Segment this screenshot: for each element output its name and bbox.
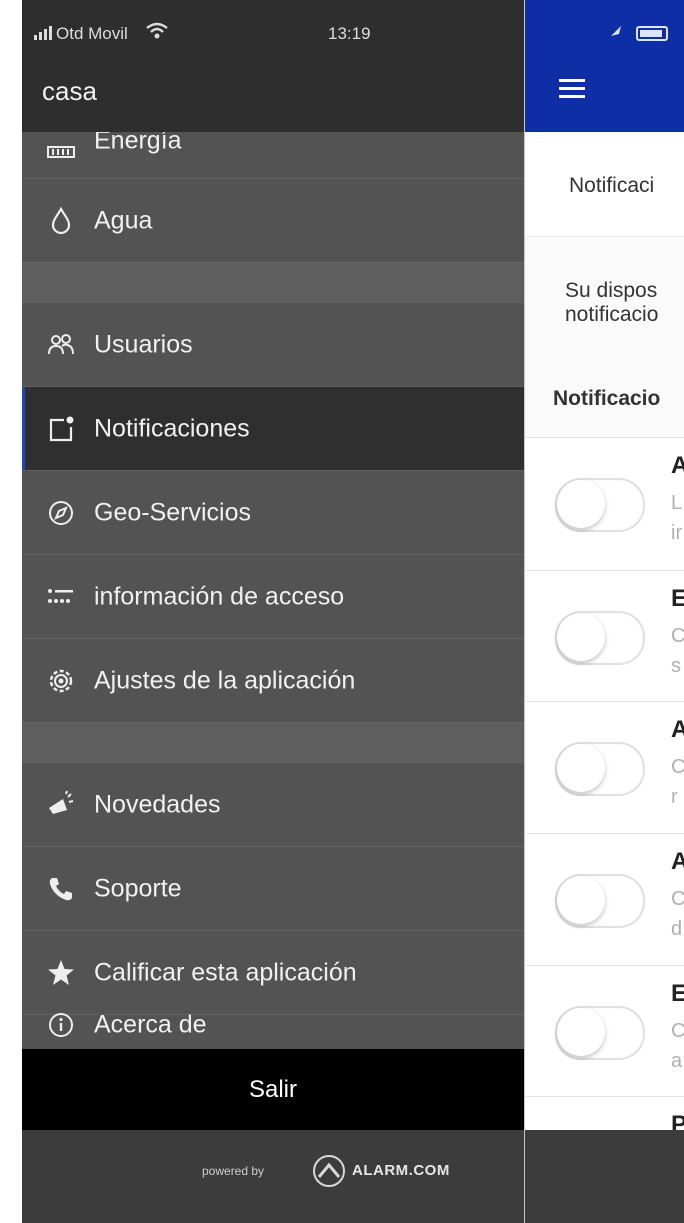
section-header: Notificacio	[525, 347, 684, 437]
menu-item-label: Geo-Servicios	[94, 498, 251, 526]
status-icons-right	[609, 24, 679, 47]
menu-item-informacion-de-acceso[interactable]: información de acceso	[22, 554, 524, 638]
notification-title: E	[671, 980, 684, 1008]
notification-title: A	[671, 716, 684, 744]
notification-desc-1: C	[671, 1020, 684, 1043]
navigation-drawer: Otd Movil 13:19 casa Energía casa Agua U…	[22, 0, 524, 1223]
menu-item-label: Acerca de	[94, 1010, 207, 1038]
notification-row[interactable]: A C r	[525, 701, 684, 834]
notification-title: A	[671, 848, 684, 876]
water-drop-icon	[46, 206, 76, 236]
toggle-knob	[557, 613, 605, 661]
hamburger-icon[interactable]	[559, 78, 585, 105]
toggle-knob	[557, 876, 605, 924]
notification-desc-2: r	[671, 786, 678, 808]
drawer-title-overlay: casa	[42, 76, 97, 106]
notification-desc-2: s	[671, 655, 681, 677]
notification-toggle[interactable]	[555, 874, 645, 928]
section-header-label: Notificacio	[553, 387, 661, 410]
notification-desc-1: L	[671, 492, 683, 514]
menu-item-geo-servicios[interactable]: Geo-Servicios	[22, 470, 524, 554]
menu-item-label: Ajustes de la aplicación	[94, 666, 356, 694]
info-icon	[46, 1010, 76, 1040]
left-edge	[0, 0, 22, 1223]
menu-item-soporte[interactable]: Soporte	[22, 846, 524, 930]
notification-title: E	[671, 585, 684, 613]
logout-button[interactable]: Salir	[22, 1049, 524, 1130]
notification-toggle[interactable]	[555, 611, 645, 665]
powered-by-text: powered by	[202, 1164, 265, 1178]
star-icon	[46, 958, 76, 988]
menu-item-label: Soporte	[94, 874, 182, 902]
compass-icon	[46, 498, 76, 528]
menu-item-label: Notificaciones	[94, 414, 250, 442]
clock: 13:19	[328, 24, 371, 43]
menu-item-label: Usuarios	[94, 330, 193, 358]
toggle-knob	[557, 480, 605, 528]
device-info-line-2: notificacio	[565, 303, 659, 326]
drawer-separator	[22, 262, 524, 303]
menu-item-agua[interactable]: Agua	[22, 178, 524, 262]
status-bar: Otd Movil 13:19	[22, 0, 524, 58]
notification-desc-2: d	[671, 918, 683, 940]
gear-icon	[46, 666, 76, 696]
wifi-icon	[146, 22, 168, 45]
users-icon	[46, 330, 76, 360]
notification-toggle[interactable]	[555, 742, 645, 796]
notifications-icon	[46, 414, 76, 444]
notifications-label: Notificaci	[569, 174, 655, 197]
notifications-setting-row[interactable]: Notificaci	[525, 132, 684, 237]
notification-desc-2: a	[671, 1050, 683, 1072]
menu-item-usuarios[interactable]: Usuarios	[22, 302, 524, 386]
toggle-knob	[557, 1008, 605, 1056]
notification-row[interactable]: A L ir	[525, 437, 684, 571]
notification-desc-1: C	[671, 888, 684, 911]
menu-item-label: Novedades	[94, 790, 221, 818]
powered-by-footer: powered by ALARM.COM	[22, 1130, 524, 1223]
notification-row[interactable]: A C d	[525, 833, 684, 966]
app-header	[525, 0, 684, 132]
notification-title: A	[671, 452, 684, 480]
megaphone-icon	[46, 790, 76, 820]
carrier-name: Otd Movil	[56, 24, 128, 43]
access-info-icon	[46, 582, 76, 612]
menu-item-label: Agua	[94, 206, 153, 234]
notification-toggle[interactable]	[555, 478, 645, 532]
notification-row[interactable]: E C s	[525, 570, 684, 702]
notification-toggle[interactable]	[555, 1006, 645, 1060]
notifications-screen: Notificaci Su dispos notificacio Notific…	[524, 0, 684, 1223]
notification-desc-2: ir	[671, 522, 683, 544]
signal-icon	[34, 24, 56, 45]
notification-desc-1: C	[671, 756, 684, 779]
notification-row[interactable]: E C a	[525, 965, 684, 1097]
drawer-header-overlay: casa	[22, 58, 524, 132]
menu-item-novedades[interactable]: Novedades	[22, 762, 524, 846]
brand-text: ALARM.COM	[352, 1162, 450, 1179]
device-info-line-1: Su dispos	[565, 279, 658, 302]
device-info-block: Su dispos notificacio	[525, 237, 684, 347]
drawer-separator	[22, 722, 524, 763]
menu-item-ajustes[interactable]: Ajustes de la aplicación	[22, 638, 524, 722]
menu-item-notificaciones[interactable]: Notificaciones	[22, 386, 524, 470]
bottom-bar	[525, 1130, 684, 1223]
alarm-logo-icon	[311, 1154, 347, 1193]
notification-desc-1: C	[671, 625, 684, 648]
energy-icon	[46, 131, 76, 161]
toggle-knob	[557, 744, 605, 792]
menu-item-label: Calificar esta aplicación	[94, 958, 357, 986]
menu-item-acerca-de-row[interactable]: Acerca de	[22, 1000, 524, 1049]
phone-icon	[46, 874, 76, 904]
menu-item-label: información de acceso	[94, 582, 345, 610]
